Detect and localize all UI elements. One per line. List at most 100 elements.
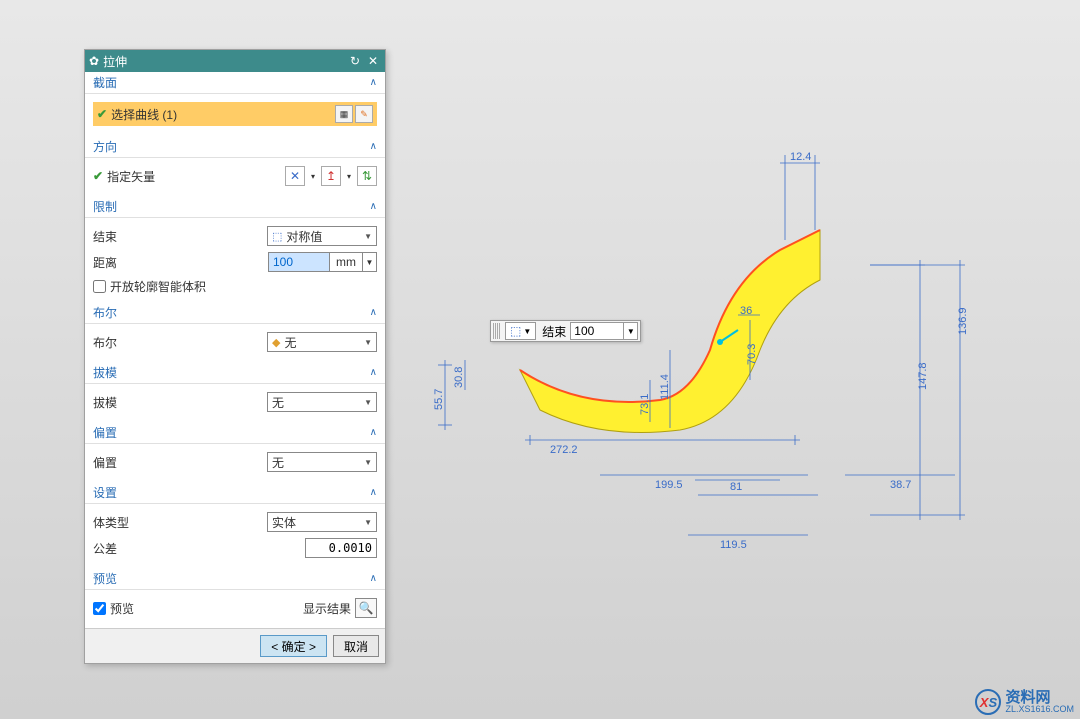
chevron-down-icon: ▼ (364, 458, 372, 467)
dim-119-5: 119.5 (720, 539, 747, 551)
section-header-preview[interactable]: 预览 ∧ (85, 568, 385, 590)
section-header-settings[interactable]: 设置 ∧ (85, 482, 385, 504)
draft-dropdown[interactable]: 无 ▼ (267, 392, 377, 412)
dim-55-7: 55.7 (433, 389, 445, 410)
hud-end-label: 结束 (542, 323, 566, 340)
offset-value: 无 (272, 454, 364, 471)
select-curve-label: 选择曲线 (1) (111, 106, 333, 123)
dropdown-arrow-icon[interactable]: ▾ (307, 166, 319, 186)
inferred-vector-icon[interactable]: ↥ (321, 166, 341, 186)
draft-field-label: 拔模 (93, 394, 183, 411)
dim-272-2: 272.2 (550, 444, 578, 456)
hud-distance-input[interactable] (570, 322, 624, 340)
section-header-limits[interactable]: 限制 ∧ (85, 196, 385, 218)
section-header-draft[interactable]: 拔模 ∧ (85, 362, 385, 384)
section-body-boolean: 布尔 ◆ 无 ▼ (85, 324, 385, 362)
chevron-up-icon: ∧ (370, 487, 377, 498)
viewport-3d[interactable]: 12.4 136.9 147.8 70.3 36 81 199.5 119.5 … (400, 120, 1040, 600)
dim-30-8: 30.8 (453, 367, 465, 388)
body-type-dropdown[interactable]: 实体 ▼ (267, 512, 377, 532)
watermark: XS 资料网 ZL.XS1616.COM (975, 689, 1074, 715)
dim-38-7: 38.7 (890, 479, 911, 491)
boolean-dropdown[interactable]: ◆ 无 ▼ (267, 332, 377, 352)
section-body-offset: 偏置 无 ▼ (85, 444, 385, 482)
dialog-footer: < 确定 > 取消 (85, 628, 385, 663)
boolean-label: 布尔 (93, 304, 117, 321)
direction-label: 方向 (93, 138, 117, 155)
grip-icon[interactable] (493, 323, 501, 339)
chevron-down-icon[interactable]: ▼ (624, 322, 638, 340)
section-body-section: ✔ 选择曲线 (1) ▦ ✎ (85, 94, 385, 136)
cycle-icon[interactable]: ↻ (347, 53, 363, 69)
section-body-limits: 结束 ⬚ 对称值 ▼ 距离 mm ▼ 开放轮廓智能体积 (85, 218, 385, 302)
chevron-up-icon: ∧ (370, 427, 377, 438)
vector-icon-group: ✕ ▾ ↥ ▾ ⇅ (285, 166, 377, 186)
reverse-direction-icon[interactable]: ⇅ (357, 166, 377, 186)
body-type-value: 实体 (272, 514, 364, 531)
end-dropdown[interactable]: ⬚ 对称值 ▼ (267, 226, 377, 246)
chevron-up-icon: ∧ (370, 573, 377, 584)
section-header-offset[interactable]: 偏置 ∧ (85, 422, 385, 444)
sketch-section-icon[interactable]: ▦ (335, 105, 353, 123)
tolerance-input[interactable] (305, 538, 377, 558)
gear-icon[interactable]: ✿ (89, 54, 99, 68)
dim-136-9: 136.9 (957, 307, 969, 335)
chevron-up-icon: ∧ (370, 367, 377, 378)
section-body-preview: 预览 显示结果 🔍 (85, 590, 385, 628)
chevron-down-icon: ▼ (364, 518, 372, 527)
dropdown-arrow-icon[interactable]: ▾ (343, 166, 355, 186)
chevron-down-icon[interactable]: ▼ (363, 252, 377, 272)
chevron-up-icon: ∧ (370, 77, 377, 88)
preview-checkbox[interactable] (93, 602, 106, 615)
watermark-url: ZL.XS1616.COM (1005, 705, 1074, 714)
check-icon: ✔ (93, 169, 103, 183)
symmetric-value-icon: ⬚ (510, 324, 521, 338)
distance-label: 距离 (93, 254, 183, 271)
select-curve-row[interactable]: ✔ 选择曲线 (1) ▦ ✎ (93, 102, 377, 126)
end-value: 对称值 (286, 228, 364, 245)
chevron-down-icon: ▼ (364, 232, 372, 241)
chevron-up-icon: ∧ (370, 307, 377, 318)
section-header-direction[interactable]: 方向 ∧ (85, 136, 385, 158)
offset-label: 偏置 (93, 424, 117, 441)
ok-button[interactable]: < 确定 > (260, 635, 327, 657)
chevron-down-icon: ▼ (364, 338, 372, 347)
open-contour-checkbox[interactable] (93, 280, 106, 293)
dim-111-4: 111.4 (659, 374, 671, 400)
close-icon[interactable]: ✕ (365, 53, 381, 69)
dim-12-4: 12.4 (790, 151, 811, 163)
chevron-down-icon: ▼ (364, 398, 372, 407)
distance-input[interactable] (268, 252, 330, 272)
dim-70-3: 70.3 (746, 344, 758, 365)
titlebar[interactable]: ✿ 拉伸 ↻ ✕ (85, 50, 385, 72)
end-label: 结束 (93, 228, 183, 245)
watermark-text: 资料网 (1005, 690, 1074, 705)
tolerance-label: 公差 (93, 540, 183, 557)
check-icon: ✔ (97, 107, 107, 121)
cancel-button[interactable]: 取消 (333, 635, 379, 657)
section-body-direction: ✔ 指定矢量 ✕ ▾ ↥ ▾ ⇅ (85, 158, 385, 196)
section-body-settings: 体类型 实体 ▼ 公差 (85, 504, 385, 568)
hud-end-type-dropdown[interactable]: ⬚ ▼ (505, 322, 536, 340)
dim-73-1: 73.1 (639, 394, 651, 415)
distance-unit: mm (330, 252, 363, 272)
magnifier-icon[interactable]: 🔍 (355, 598, 377, 618)
draft-label: 拔模 (93, 364, 117, 381)
dim-36: 36 (740, 305, 752, 317)
vector-label: 指定矢量 (107, 168, 197, 185)
dynamic-input-hud[interactable]: ⬚ ▼ 结束 ▼ (490, 320, 641, 342)
dialog-title: 拉伸 (103, 53, 127, 70)
limits-label: 限制 (93, 198, 117, 215)
section-header-section[interactable]: 截面 ∧ (85, 72, 385, 94)
offset-dropdown[interactable]: 无 ▼ (267, 452, 377, 472)
curve-rule-icon[interactable]: ✎ (355, 105, 373, 123)
body-type-label: 体类型 (93, 514, 183, 531)
section-body-draft: 拔模 无 ▼ (85, 384, 385, 422)
chevron-up-icon: ∧ (370, 201, 377, 212)
dim-199-5: 199.5 (655, 479, 683, 491)
none-icon: ◆ (272, 336, 280, 349)
section-header-boolean[interactable]: 布尔 ∧ (85, 302, 385, 324)
dim-81: 81 (730, 481, 742, 493)
extrude-dialog: ✿ 拉伸 ↻ ✕ 截面 ∧ ✔ 选择曲线 (1) ▦ ✎ 方向 ∧ ✔ 指定矢量… (84, 49, 386, 664)
vector-dialog-icon[interactable]: ✕ (285, 166, 305, 186)
